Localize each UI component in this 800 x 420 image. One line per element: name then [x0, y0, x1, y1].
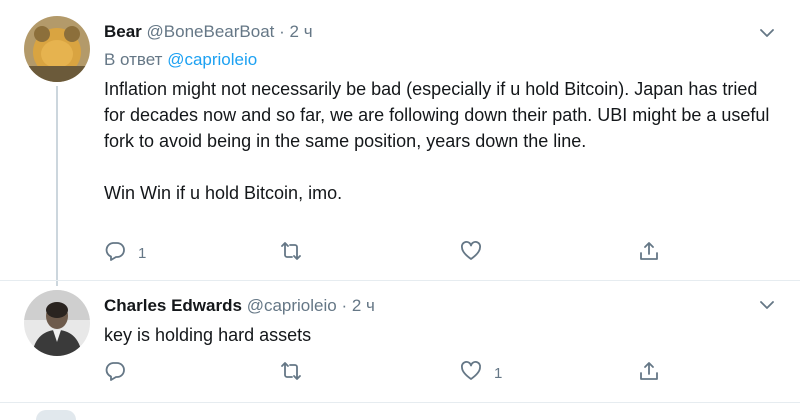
user-handle[interactable]: @caprioleio — [247, 296, 337, 315]
retweet-button[interactable] — [280, 360, 314, 386]
share-button[interactable] — [638, 240, 660, 266]
display-name[interactable]: Charles Edwards — [104, 296, 242, 315]
tweet-paragraph: key is holding hard assets — [104, 325, 312, 345]
avatar[interactable] — [24, 290, 90, 356]
share-icon — [638, 360, 660, 387]
retweet-button[interactable] — [280, 240, 314, 266]
divider — [0, 280, 800, 281]
heart-icon — [460, 240, 482, 267]
tweet-paragraph: Win Win if u hold Bitcoin, imo. — [104, 183, 343, 203]
share-icon — [638, 240, 660, 267]
chevron-down-icon[interactable] — [758, 296, 776, 314]
like-count: 1 — [494, 364, 503, 382]
reply-button[interactable]: 1 — [104, 240, 146, 266]
avatar[interactable] — [36, 410, 76, 420]
retweet-icon — [280, 240, 302, 267]
tweet-actions: 1 — [104, 360, 664, 386]
share-button[interactable] — [638, 360, 660, 386]
reply-icon — [104, 360, 126, 387]
retweet-icon — [280, 360, 302, 387]
thread-line — [56, 86, 58, 286]
tweet-charles-edwards[interactable]: Charles Edwards @caprioleio · 2 ч key is… — [0, 0, 800, 382]
reply-icon — [104, 240, 126, 267]
like-button[interactable] — [460, 240, 494, 266]
reply-count: 1 — [138, 244, 147, 262]
heart-icon — [460, 360, 482, 387]
tweet-header: Charles Edwards @caprioleio · 2 ч — [104, 296, 375, 316]
tweet-text: key is holding hard assets — [104, 322, 774, 348]
reply-button[interactable] — [104, 360, 138, 386]
tweet-actions: 1 — [104, 240, 664, 266]
divider — [0, 402, 800, 403]
like-button[interactable]: 1 — [460, 360, 502, 386]
separator: · — [341, 296, 348, 315]
timestamp[interactable]: 2 ч — [352, 296, 375, 315]
